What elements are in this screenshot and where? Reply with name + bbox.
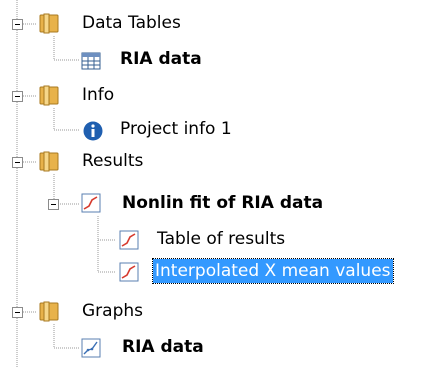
tree-item-graphs[interactable]: Graphs: [80, 299, 145, 323]
tree-item-table-of-results[interactable]: Table of results: [155, 227, 287, 251]
folder-icon: [39, 301, 59, 322]
collapse-toggle-nonlin-fit[interactable]: [48, 199, 59, 210]
collapse-toggle-data-tables[interactable]: [12, 19, 23, 30]
collapse-toggle-info[interactable]: [12, 91, 23, 102]
folder-icon: [39, 151, 59, 172]
folder-icon: [39, 85, 59, 106]
graph-icon: [81, 338, 101, 358]
tree-item-ria-data-table[interactable]: RIA data: [118, 47, 204, 71]
tree-item-info[interactable]: Info: [80, 83, 116, 107]
tree-item-ria-data-graph[interactable]: RIA data: [120, 335, 206, 359]
tree-item-project-info[interactable]: Project info 1: [118, 117, 234, 141]
folder-icon: [39, 13, 59, 34]
tree-connector-lines: [16, 0, 116, 368]
tree-item-data-tables[interactable]: Data Tables: [80, 11, 183, 35]
project-navigator-tree: Data Tables RIA data Info Project info 1…: [0, 0, 444, 368]
collapse-toggle-graphs[interactable]: [12, 307, 23, 318]
tree-item-nonlin-fit[interactable]: Nonlin fit of RIA data: [120, 191, 325, 215]
results-icon: [81, 193, 101, 213]
data-table-icon: [81, 52, 101, 70]
info-icon: [83, 121, 103, 141]
results-icon: [119, 262, 139, 282]
tree-item-results[interactable]: Results: [80, 149, 145, 173]
collapse-toggle-results[interactable]: [12, 157, 23, 168]
results-icon: [119, 230, 139, 250]
tree-item-interpolated-x-mean-values[interactable]: Interpolated X mean values: [152, 258, 394, 284]
